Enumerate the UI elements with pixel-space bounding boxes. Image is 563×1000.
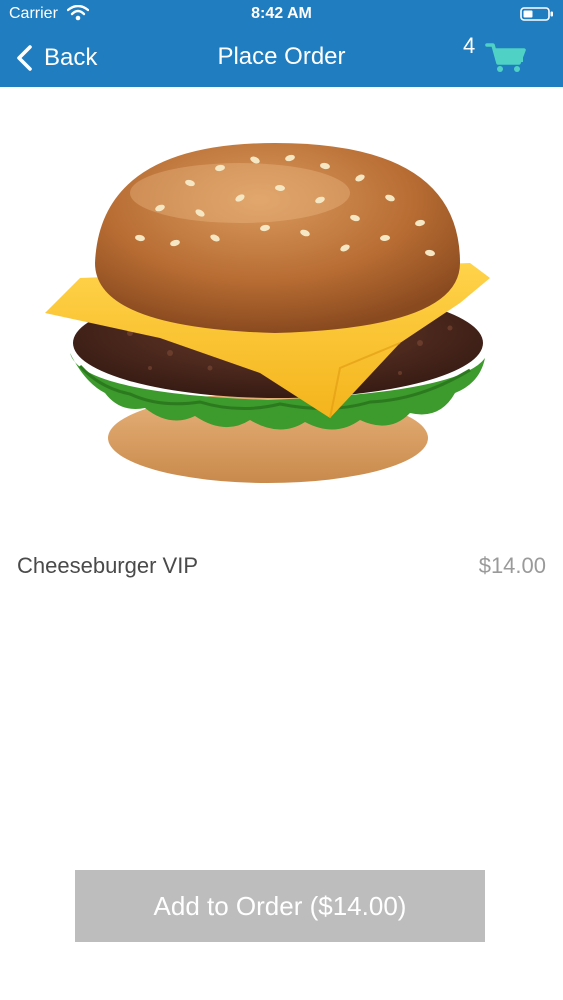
chevron-left-icon [17,45,32,71]
nav-header: Carrier 8:42 AM Back Place Order 4 [0,0,563,87]
cart-button[interactable]: 4 [455,30,535,80]
back-label: Back [44,44,98,71]
status-bar: Carrier 8:42 AM [0,0,563,30]
status-time: 8:42 AM [251,5,312,22]
back-button[interactable]: Back [14,40,97,76]
cart-count-badge: 4 [463,33,476,58]
product-image [45,143,490,483]
shopping-cart-icon [485,43,526,72]
product-name: Cheeseburger VIP [17,553,198,578]
battery-icon [520,7,553,21]
product-price: $14.00 [478,553,546,578]
add-to-order-button[interactable]: Add to Order ($14.00) [75,870,485,942]
